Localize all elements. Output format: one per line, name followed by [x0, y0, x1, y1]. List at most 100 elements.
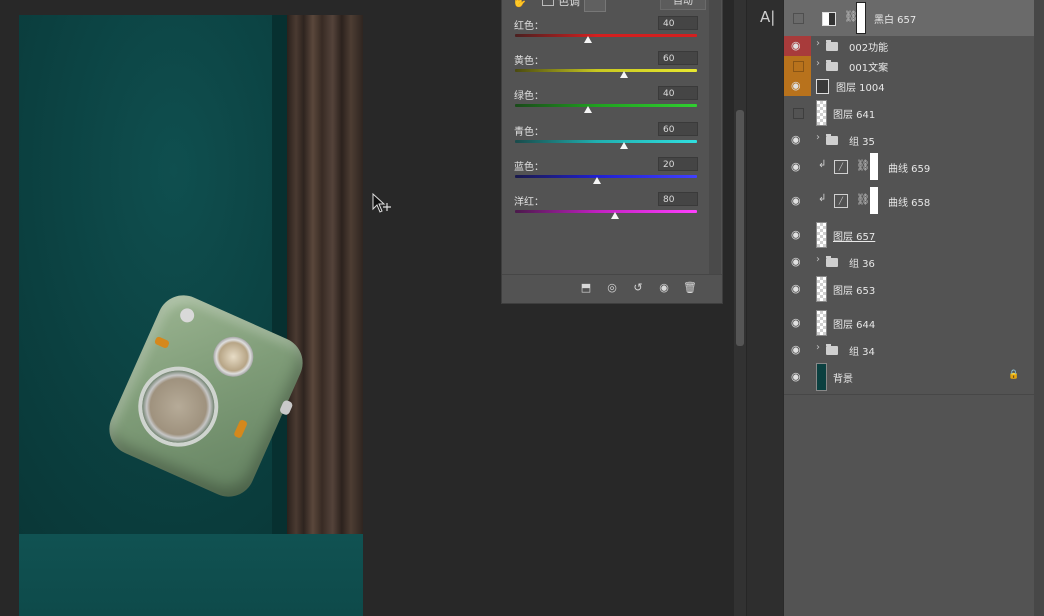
slider-value-field[interactable]: 20: [658, 157, 698, 171]
layer-row[interactable]: ◉ 背景 🔒: [784, 360, 1034, 395]
tint-color-swatch[interactable]: [584, 0, 606, 12]
chevron-right-icon[interactable]: ›: [816, 58, 820, 69]
layer-name[interactable]: 曲线 659: [888, 160, 930, 175]
eye-icon[interactable]: ◉: [791, 194, 805, 207]
eye-icon[interactable]: ◉: [791, 370, 805, 383]
layer-name[interactable]: 组 34: [849, 343, 875, 358]
slider-value-field[interactable]: 60: [658, 122, 698, 136]
eye-icon[interactable]: ◉: [791, 39, 805, 52]
eye-icon[interactable]: ◉: [791, 133, 805, 146]
layer-visibility-cell[interactable]: ◉: [784, 360, 811, 394]
hidden-visibility-box[interactable]: [793, 108, 804, 119]
chevron-right-icon[interactable]: ›: [816, 342, 820, 353]
layer-name[interactable]: 组 36: [849, 255, 875, 270]
layer-row[interactable]: ◉ ↲ ╱ ⛓ 曲线 658: [784, 184, 1034, 219]
layer-name[interactable]: 组 35: [849, 133, 875, 148]
layer-row[interactable]: ◉ 图层 1004: [784, 76, 1034, 97]
eye-icon[interactable]: ◉: [791, 343, 805, 356]
layer-mask-thumbnail[interactable]: [870, 153, 878, 180]
chevron-right-icon[interactable]: ›: [816, 38, 820, 49]
eye-icon[interactable]: ◉: [791, 160, 805, 173]
eye-icon[interactable]: ◉: [791, 228, 805, 241]
clip-to-layer-icon[interactable]: ⬒: [578, 281, 594, 294]
slider-track[interactable]: [515, 69, 697, 72]
layer-visibility-cell[interactable]: ◉: [784, 76, 811, 96]
curves-adjustment-icon: ╱: [834, 160, 848, 174]
slider-track[interactable]: [515, 210, 697, 213]
slider-track[interactable]: [515, 34, 697, 37]
layer-visibility-cell[interactable]: ◉: [784, 36, 811, 56]
slider-label: 蓝色：: [514, 162, 544, 173]
layer-row[interactable]: ⛓ 黑白 657: [784, 0, 1034, 37]
layer-row[interactable]: ◉ 图层 644: [784, 306, 1034, 341]
view-previous-icon[interactable]: ◎: [604, 281, 620, 294]
layer-name[interactable]: 背景: [833, 370, 853, 385]
layer-row[interactable]: ◉ › 002功能: [784, 36, 1034, 57]
layer-row[interactable]: ◉ › 组 36: [784, 252, 1034, 273]
character-panel-icon[interactable]: A|: [760, 8, 775, 26]
layer-visibility-cell[interactable]: ◉: [784, 306, 811, 340]
slider-track[interactable]: [515, 175, 697, 178]
canvas-scroll-thumb[interactable]: [736, 110, 744, 346]
chevron-right-icon[interactable]: ›: [816, 254, 820, 265]
hidden-visibility-box[interactable]: [793, 61, 804, 72]
link-icon[interactable]: ⛓: [856, 193, 870, 206]
layer-visibility-cell[interactable]: ◉: [784, 150, 811, 184]
tint-checkbox[interactable]: [542, 0, 554, 6]
layer-name[interactable]: 曲线 658: [888, 194, 930, 209]
layer-name[interactable]: 黑白 657: [874, 11, 916, 26]
slider-thumb[interactable]: [584, 106, 592, 113]
layer-visibility-cell[interactable]: ◉: [784, 130, 811, 150]
layer-name[interactable]: 001文案: [849, 59, 888, 74]
eye-icon[interactable]: ◉: [791, 79, 805, 92]
auto-button[interactable]: 自动: [660, 0, 706, 10]
eye-icon[interactable]: ◉: [791, 282, 805, 295]
layer-visibility-cell[interactable]: ◉: [784, 184, 811, 218]
slider-track[interactable]: [515, 140, 697, 143]
slider-thumb[interactable]: [620, 142, 628, 149]
layer-row[interactable]: ◉ 图层 653: [784, 272, 1034, 307]
slider-thumb[interactable]: [584, 36, 592, 43]
layer-row[interactable]: › 001文案: [784, 56, 1034, 77]
layer-row[interactable]: ◉ ↲ ╱ ⛓ 曲线 659: [784, 150, 1034, 185]
layers-scrollbar[interactable]: [1034, 0, 1044, 616]
layer-row[interactable]: ◉ › 组 34: [784, 340, 1034, 361]
layer-row[interactable]: ◉ › 组 35: [784, 130, 1034, 151]
layer-row[interactable]: 图层 641: [784, 96, 1034, 131]
slider-value-field[interactable]: 60: [658, 51, 698, 65]
layer-row[interactable]: ◉ 图层 657: [784, 218, 1034, 253]
layer-name[interactable]: 图层 1004: [836, 79, 885, 94]
delete-icon[interactable]: 🗑: [682, 281, 698, 294]
layer-visibility-cell[interactable]: [784, 56, 811, 76]
chevron-right-icon[interactable]: ›: [816, 132, 820, 143]
slider-value-field[interactable]: 40: [658, 16, 698, 30]
layer-name[interactable]: 图层 653: [833, 282, 875, 297]
slider-track[interactable]: [515, 104, 697, 107]
slider-thumb[interactable]: [620, 71, 628, 78]
reset-icon[interactable]: ↺: [630, 281, 646, 294]
layer-name[interactable]: 002功能: [849, 39, 888, 54]
layer-visibility-cell[interactable]: ◉: [784, 218, 811, 252]
properties-scrollbar[interactable]: [709, 0, 721, 274]
layer-visibility-cell[interactable]: ◉: [784, 252, 811, 272]
layer-visibility-cell[interactable]: ◉: [784, 272, 811, 306]
layer-name[interactable]: 图层 657: [833, 228, 875, 243]
eye-icon[interactable]: ◉: [791, 316, 805, 329]
layer-visibility-cell[interactable]: ◉: [784, 340, 811, 360]
link-icon[interactable]: ⛓: [856, 159, 870, 172]
slider-thumb[interactable]: [611, 212, 619, 219]
layer-mask-thumbnail[interactable]: [856, 2, 866, 34]
layer-mask-thumbnail[interactable]: [870, 187, 878, 214]
slider-thumb[interactable]: [593, 177, 601, 184]
slider-value-field[interactable]: 80: [658, 192, 698, 206]
hand-tool-icon[interactable]: ✋: [512, 0, 527, 8]
layer-visibility-cell[interactable]: [784, 0, 811, 36]
document-canvas[interactable]: [19, 15, 363, 616]
layer-visibility-cell[interactable]: [784, 96, 811, 130]
visibility-icon[interactable]: ◉: [656, 281, 672, 294]
hidden-visibility-box[interactable]: [793, 13, 804, 24]
slider-value-field[interactable]: 40: [658, 86, 698, 100]
layer-name[interactable]: 图层 644: [833, 316, 875, 331]
layer-name[interactable]: 图层 641: [833, 106, 875, 121]
eye-icon[interactable]: ◉: [791, 255, 805, 268]
